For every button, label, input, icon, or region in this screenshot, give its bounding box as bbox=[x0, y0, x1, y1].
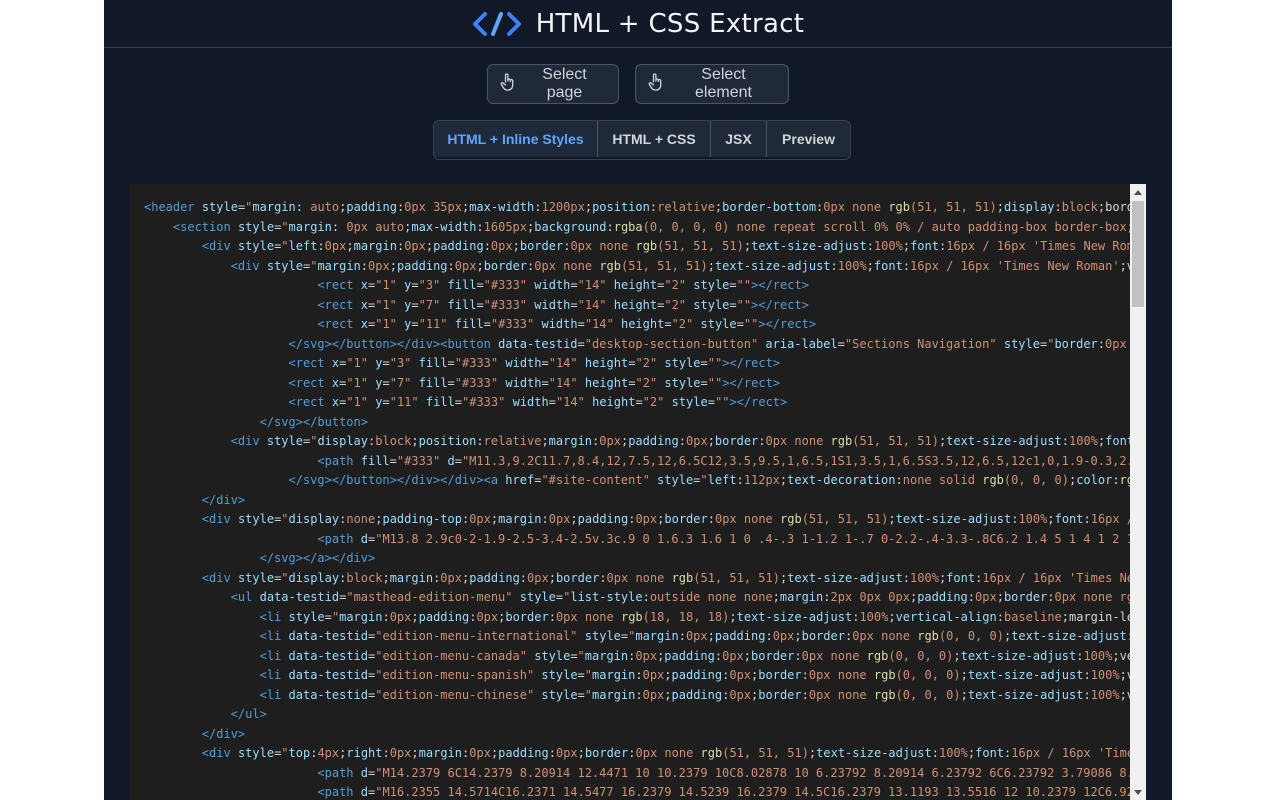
scroll-up-arrow-icon[interactable] bbox=[1130, 184, 1146, 200]
code-line: </svg></button> bbox=[259, 414, 368, 429]
code-line: <rect x="1" y="11" fill="#333" width="14… bbox=[288, 395, 788, 409]
select-page-label: Select page bbox=[542, 66, 587, 101]
extension-panel: HTML + CSS Extract Select page Select el… bbox=[104, 0, 1172, 800]
code-line: <path d="M13.8 2.9c0-2-1.9-2.5-3.4-2.5v.… bbox=[317, 531, 1130, 546]
code-line: <li data-testid="edition-menu-chinese" s… bbox=[259, 687, 1130, 702]
code-line: <li data-testid="edition-menu-internatio… bbox=[259, 629, 1130, 643]
code-line: <div style="top:4px;right:0px;margin:0px… bbox=[201, 746, 1130, 760]
output-format-tabs: HTML + Inline Styles HTML + CSS JSX Prev… bbox=[433, 120, 851, 160]
code-line: <section style="margin: 0px auto;max-wid… bbox=[172, 219, 1130, 234]
code-listing: <header style="margin: auto;padding:0px … bbox=[144, 198, 1130, 800]
code-line: <path d="M14.2379 6C14.2379 8.20914 12.4… bbox=[317, 765, 1130, 780]
vertical-scrollbar[interactable] bbox=[1130, 184, 1146, 800]
tab-jsx[interactable]: JSX bbox=[711, 121, 767, 157]
tab-preview[interactable]: Preview bbox=[767, 121, 850, 157]
code-line: <rect x="1" y="7" fill="#333" width="14"… bbox=[288, 375, 781, 390]
selection-actions: Select page Select element bbox=[104, 64, 1172, 104]
code-line: <header style="margin: auto;padding:0px … bbox=[144, 200, 1130, 214]
code-line: <ul data-testid="masthead-edition-menu" … bbox=[230, 590, 1130, 604]
app-title: HTML + CSS Extract bbox=[535, 8, 805, 39]
code-line: <div style="display:block;position:relat… bbox=[230, 434, 1130, 448]
code-line: </ul> bbox=[230, 707, 267, 721]
pointer-hand-icon bbox=[500, 72, 516, 96]
code-line: <li data-testid="edition-menu-spanish" s… bbox=[259, 668, 1130, 682]
code-brackets-icon bbox=[472, 11, 522, 37]
code-line: <path d="M16.2355 14.5714C16.2371 14.547… bbox=[317, 785, 1130, 799]
select-element-label: Select element bbox=[695, 66, 752, 101]
code-line: <li data-testid="edition-menu-canada" st… bbox=[259, 648, 1130, 663]
code-line: <div style="margin:0px;padding:0px;borde… bbox=[230, 258, 1130, 273]
code-line: <rect x="1" y="3" fill="#333" width="14"… bbox=[317, 278, 809, 292]
select-page-button[interactable]: Select page bbox=[487, 64, 619, 104]
scrollbar-thumb[interactable] bbox=[1132, 201, 1144, 307]
code-line: </svg></a></div> bbox=[259, 551, 376, 565]
code-line: </div> bbox=[201, 726, 246, 741]
code-line: </svg></button></div></div><a href="#sit… bbox=[288, 473, 1131, 487]
code-line: <rect x="1" y="7" fill="#333" width="14"… bbox=[317, 297, 809, 312]
tab-html-css[interactable]: HTML + CSS bbox=[598, 121, 711, 157]
code-line: <div style="display:block;margin:0px;pad… bbox=[201, 570, 1130, 585]
code-line: <div style="left:0px;margin:0px;padding:… bbox=[201, 239, 1130, 253]
code-line: <rect x="1" y="11" fill="#333" width="14… bbox=[317, 317, 817, 331]
tab-html-inline-styles[interactable]: HTML + Inline Styles bbox=[434, 121, 598, 157]
code-line: </div> bbox=[201, 492, 246, 507]
select-element-button[interactable]: Select element bbox=[635, 64, 789, 104]
code-output[interactable]: <header style="margin: auto;padding:0px … bbox=[130, 184, 1146, 800]
code-line: </svg></button></div><button data-testid… bbox=[288, 336, 1127, 351]
code-line: <div style="display:none;padding-top:0px… bbox=[201, 512, 1130, 526]
code-line: <li style="margin:0px;padding:0px;border… bbox=[259, 609, 1130, 624]
pointer-hand-icon bbox=[648, 72, 664, 96]
code-line: <path fill="#333" d="M11.3,9.2C11.7,8.4,… bbox=[317, 453, 1130, 468]
app-header: HTML + CSS Extract bbox=[104, 0, 1172, 48]
code-line: <rect x="1" y="3" fill="#333" width="14"… bbox=[288, 356, 781, 370]
scroll-down-arrow-icon[interactable] bbox=[1130, 784, 1146, 800]
